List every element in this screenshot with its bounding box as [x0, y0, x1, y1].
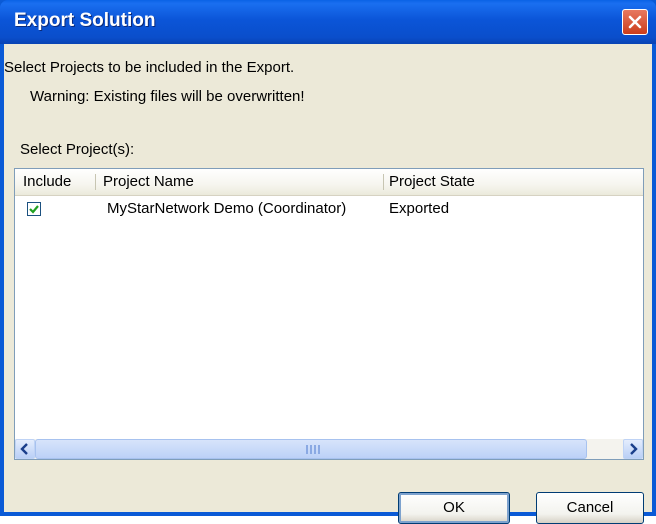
window-title: Export Solution — [14, 10, 156, 31]
select-projects-label: Select Project(s): — [20, 141, 135, 158]
title-bar[interactable]: Export Solution — [0, 0, 656, 44]
arrow-left-icon — [20, 443, 28, 455]
scroll-left-button[interactable] — [15, 439, 35, 459]
include-checkbox[interactable] — [27, 202, 41, 216]
scroll-thumb[interactable] — [35, 439, 587, 459]
dialog-window: Export Solution Select Projects to be in… — [0, 0, 656, 524]
close-button[interactable] — [622, 9, 648, 35]
project-name-cell: MyStarNetwork Demo (Coordinator) — [107, 200, 347, 217]
close-icon — [628, 15, 642, 29]
project-list[interactable]: Include Project Name Project State MySta… — [14, 168, 644, 460]
column-divider[interactable] — [95, 174, 96, 190]
list-header: Include Project Name Project State — [15, 169, 643, 196]
checkmark-icon — [29, 205, 39, 214]
table-row[interactable]: MyStarNetwork Demo (Coordinator) Exporte… — [15, 197, 643, 221]
scroll-right-button[interactable] — [623, 439, 643, 459]
cancel-button[interactable]: Cancel — [536, 492, 644, 524]
ok-button[interactable]: OK — [398, 492, 510, 524]
column-header-include[interactable]: Include — [23, 169, 71, 195]
column-header-project-state[interactable]: Project State — [389, 169, 475, 195]
instruction-text: Select Projects to be included in the Ex… — [4, 59, 295, 76]
warning-text: Warning: Existing files will be overwrit… — [30, 88, 305, 105]
column-header-project-name[interactable]: Project Name — [103, 169, 194, 195]
project-state-cell: Exported — [389, 200, 450, 217]
horizontal-scrollbar[interactable] — [15, 439, 643, 459]
dialog-body: Select Projects to be included in the Ex… — [4, 44, 652, 524]
column-divider[interactable] — [383, 174, 384, 190]
arrow-right-icon — [630, 443, 638, 455]
